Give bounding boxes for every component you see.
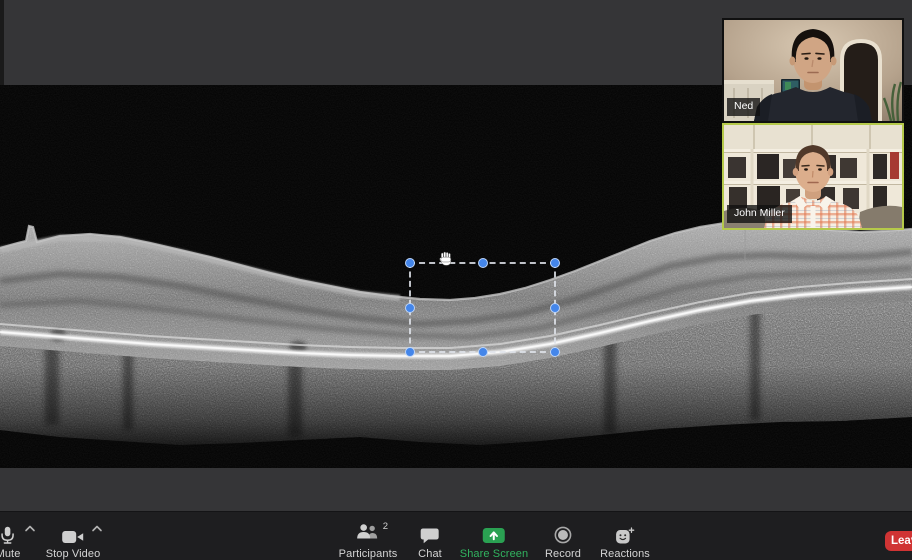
leave-button[interactable]: Leave bbox=[885, 531, 912, 551]
share-screen-label: Share Screen bbox=[459, 548, 529, 560]
participant-name: Ned bbox=[734, 100, 754, 112]
participant-name-tag-ned: Ned bbox=[727, 98, 761, 116]
share-screen-button[interactable]: Share Screen bbox=[460, 512, 528, 560]
chat-label: Chat bbox=[418, 548, 442, 560]
mute-button[interactable]: Mute bbox=[0, 512, 20, 560]
selection-handle-bottom-right[interactable] bbox=[550, 347, 560, 357]
meeting-toolbar: Mute Stop Video 2 Participants Chat Shar… bbox=[0, 511, 912, 560]
selection-handle-top-left[interactable] bbox=[405, 258, 415, 268]
participants-icon bbox=[357, 524, 378, 539]
record-circle-icon bbox=[554, 526, 572, 544]
stop-video-button[interactable]: Stop Video bbox=[46, 512, 101, 560]
record-label: Record bbox=[544, 548, 582, 560]
selection-handle-bottom-middle[interactable] bbox=[477, 347, 488, 357]
video-options-chevron-up-icon[interactable] bbox=[92, 525, 103, 532]
participants-label: Participants bbox=[338, 548, 398, 560]
video-tile-ned[interactable]: Ned bbox=[722, 18, 904, 123]
selection-handle-top-middle[interactable] bbox=[477, 258, 488, 268]
selection-handle-top-right[interactable] bbox=[550, 258, 560, 268]
selection-handle-middle-right[interactable] bbox=[550, 302, 560, 313]
chat-button[interactable]: Chat bbox=[418, 512, 442, 560]
participant-name-tag-john: John Miller bbox=[727, 205, 792, 223]
hand-cursor bbox=[439, 251, 452, 266]
microphone-icon bbox=[1, 526, 15, 544]
share-screen-arrow-icon bbox=[483, 528, 505, 543]
video-tile-john-miller[interactable]: John Miller bbox=[722, 123, 904, 230]
mute-label: Mute bbox=[0, 548, 21, 560]
mute-options-chevron-up-icon[interactable] bbox=[25, 525, 36, 532]
record-button[interactable]: Record bbox=[545, 512, 581, 560]
window-left-edge bbox=[0, 0, 4, 85]
reactions-label: Reactions bbox=[600, 548, 650, 560]
reactions-smiley-icon bbox=[615, 527, 635, 544]
reactions-button[interactable]: Reactions bbox=[600, 512, 650, 560]
participants-button[interactable]: 2 Participants bbox=[339, 512, 398, 560]
zoom-meeting-window: Ned John Miller Mute Stop Video 2 Partic… bbox=[0, 0, 912, 560]
participant-name: John Miller bbox=[734, 207, 785, 219]
annotation-selection-box[interactable] bbox=[405, 258, 560, 357]
chat-bubble-icon bbox=[420, 528, 439, 544]
video-camera-icon bbox=[62, 531, 84, 543]
stop-video-label: Stop Video bbox=[45, 548, 101, 560]
selection-handle-bottom-left[interactable] bbox=[405, 347, 415, 357]
selection-handle-middle-left[interactable] bbox=[405, 302, 415, 313]
participants-count-badge: 2 bbox=[382, 521, 388, 532]
